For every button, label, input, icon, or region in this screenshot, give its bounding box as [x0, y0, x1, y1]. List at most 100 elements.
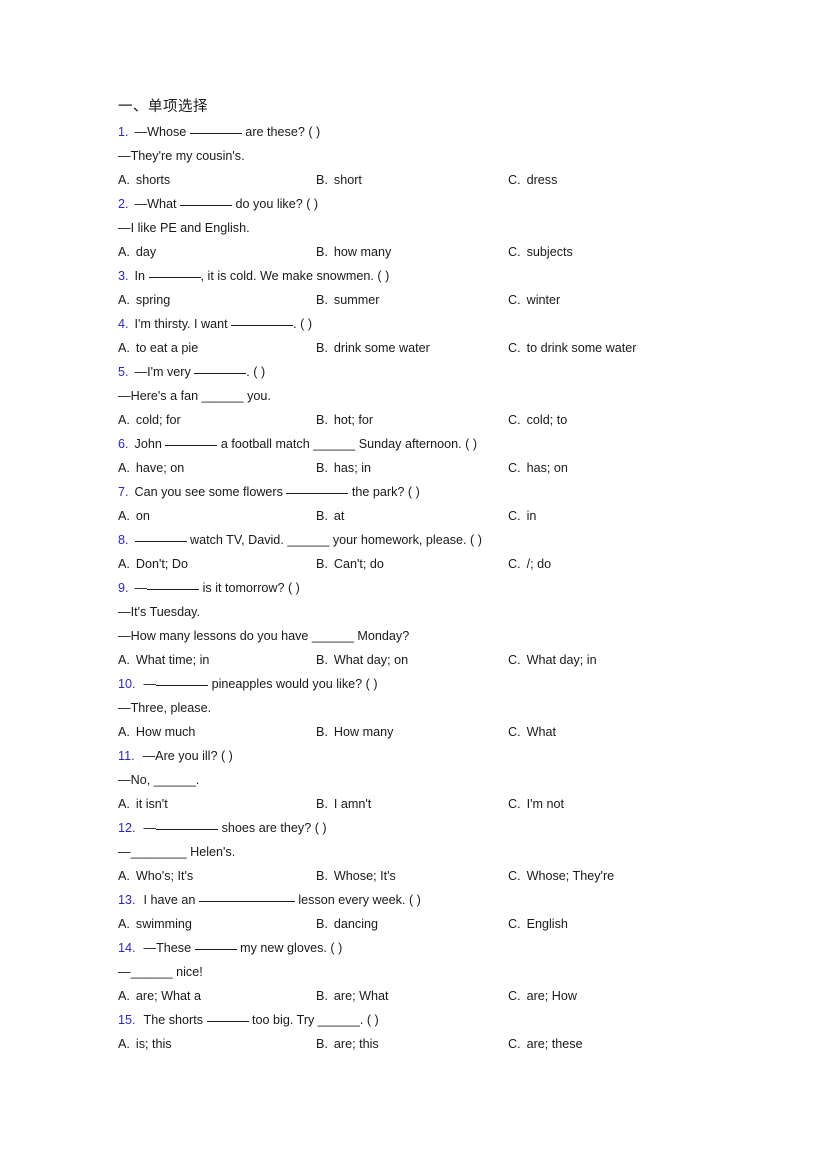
option-a[interactable]: A. How much — [118, 720, 195, 744]
option-text: are; How — [526, 989, 577, 1003]
option-text: cold; for — [135, 413, 181, 427]
option-b[interactable]: B. How many — [316, 720, 393, 744]
option-text: I'm not — [526, 797, 564, 811]
option-letter: A. — [118, 725, 130, 739]
option-letter: C. — [508, 341, 521, 355]
option-b[interactable]: B. short — [316, 168, 362, 192]
option-b[interactable]: B. has; in — [316, 456, 371, 480]
option-b[interactable]: B. are; this — [316, 1032, 379, 1056]
option-letter: B. — [316, 173, 328, 187]
option-a[interactable]: A. shorts — [118, 168, 170, 192]
option-letter: C. — [508, 245, 521, 259]
option-a[interactable]: A. are; What a — [118, 984, 201, 1008]
option-letter: C. — [508, 989, 521, 1003]
option-text: in — [526, 509, 537, 523]
option-a[interactable]: A. What time; in — [118, 648, 209, 672]
option-row: A. swimming B. dancing C. English — [118, 912, 778, 936]
option-b[interactable]: B. I amn't — [316, 792, 371, 816]
question-text-pre: In — [134, 269, 149, 283]
option-c[interactable]: C. English — [508, 912, 568, 936]
option-a[interactable]: A. is; this — [118, 1032, 172, 1056]
option-c[interactable]: C. /; do — [508, 552, 551, 576]
option-c[interactable]: C. What — [508, 720, 556, 744]
option-c[interactable]: C. winter — [508, 288, 560, 312]
option-letter: B. — [316, 293, 328, 307]
option-c[interactable]: C. cold; to — [508, 408, 567, 432]
option-c[interactable]: C. subjects — [508, 240, 573, 264]
option-text: spring — [135, 293, 171, 307]
option-c[interactable]: C. What day; in — [508, 648, 597, 672]
option-text: dancing — [333, 917, 379, 931]
option-row: A. is; this B. are; this C. are; these — [118, 1032, 778, 1056]
answer-blank — [286, 493, 349, 494]
option-b[interactable]: B. at — [316, 504, 344, 528]
question-text-post: watch TV, David. ______ your homework, p… — [186, 533, 482, 547]
option-b[interactable]: B. Can't; do — [316, 552, 384, 576]
option-a[interactable]: A. swimming — [118, 912, 192, 936]
option-text: Don't; Do — [135, 557, 189, 571]
option-text: it isn't — [135, 797, 168, 811]
option-c[interactable]: C. are; these — [508, 1032, 583, 1056]
question-extra-line: —Here's a fan ______ you. — [118, 389, 271, 403]
option-row: A. shorts B. short C. dress — [118, 168, 778, 192]
option-b[interactable]: B. are; What — [316, 984, 389, 1008]
option-a[interactable]: A. on — [118, 504, 150, 528]
question-text-post: lesson every week. ( ) — [294, 893, 421, 907]
option-letter: C. — [508, 653, 521, 667]
option-text: swimming — [135, 917, 192, 931]
option-a[interactable]: A. spring — [118, 288, 170, 312]
option-c[interactable]: C. I'm not — [508, 792, 564, 816]
option-a[interactable]: A. it isn't — [118, 792, 168, 816]
option-c[interactable]: C. are; How — [508, 984, 577, 1008]
option-row: A. cold; for B. hot; for C. cold; to — [118, 408, 778, 432]
option-letter: C. — [508, 173, 521, 187]
option-a[interactable]: A. to eat a pie — [118, 336, 198, 360]
question-text-pre: The shorts — [143, 1013, 207, 1027]
option-c[interactable]: C. dress — [508, 168, 557, 192]
option-letter: C. — [508, 557, 521, 571]
question-prompt: 15. The shorts too big. Try ______. ( ) — [118, 1008, 778, 1032]
option-letter: C. — [508, 869, 521, 883]
option-row: A. have; on B. has; in C. has; on — [118, 456, 778, 480]
option-a[interactable]: A. have; on — [118, 456, 184, 480]
option-letter: C. — [508, 509, 521, 523]
option-text: Whose; It's — [333, 869, 396, 883]
question-text-pre: —These — [143, 941, 195, 955]
question-prompt: 8. watch TV, David. ______ your homework… — [118, 528, 778, 552]
question-prompt: 10. — pineapples would you like? ( ) — [118, 672, 778, 696]
question-prompt: 1. —Whose are these? ( ) — [118, 120, 778, 144]
question-extra-line: —I like PE and English. — [118, 221, 250, 235]
option-letter: C. — [508, 797, 521, 811]
option-a[interactable]: A. cold; for — [118, 408, 181, 432]
option-text: is; this — [135, 1037, 172, 1051]
option-letter: A. — [118, 869, 130, 883]
option-letter: B. — [316, 1037, 328, 1051]
option-b[interactable]: B. dancing — [316, 912, 378, 936]
question-prompt: 4. I'm thirsty. I want . ( ) — [118, 312, 778, 336]
option-b[interactable]: B. Whose; It's — [316, 864, 396, 888]
option-text: at — [333, 509, 345, 523]
option-letter: B. — [316, 989, 328, 1003]
question-text-pre: — — [143, 677, 157, 691]
question-extra-line: —______ nice! — [118, 965, 203, 979]
option-a[interactable]: A. Who's; It's — [118, 864, 193, 888]
option-c[interactable]: C. has; on — [508, 456, 568, 480]
option-c[interactable]: C. to drink some water — [508, 336, 636, 360]
option-text: What day; in — [526, 653, 597, 667]
option-b[interactable]: B. summer — [316, 288, 379, 312]
option-c[interactable]: C. in — [508, 504, 536, 528]
option-b[interactable]: B. drink some water — [316, 336, 430, 360]
question-text-pre: —Whose — [134, 125, 190, 139]
option-a[interactable]: A. Don't; Do — [118, 552, 188, 576]
answer-blank — [165, 445, 218, 446]
option-letter: C. — [508, 293, 521, 307]
option-b[interactable]: B. how many — [316, 240, 391, 264]
answer-blank — [198, 901, 295, 902]
option-letter: A. — [118, 173, 130, 187]
option-c[interactable]: C. Whose; They're — [508, 864, 614, 888]
question-text-pre: —What — [134, 197, 181, 211]
option-b[interactable]: B. What day; on — [316, 648, 408, 672]
question-prompt: 3. In , it is cold. We make snowmen. ( ) — [118, 264, 778, 288]
option-a[interactable]: A. day — [118, 240, 156, 264]
option-b[interactable]: B. hot; for — [316, 408, 373, 432]
